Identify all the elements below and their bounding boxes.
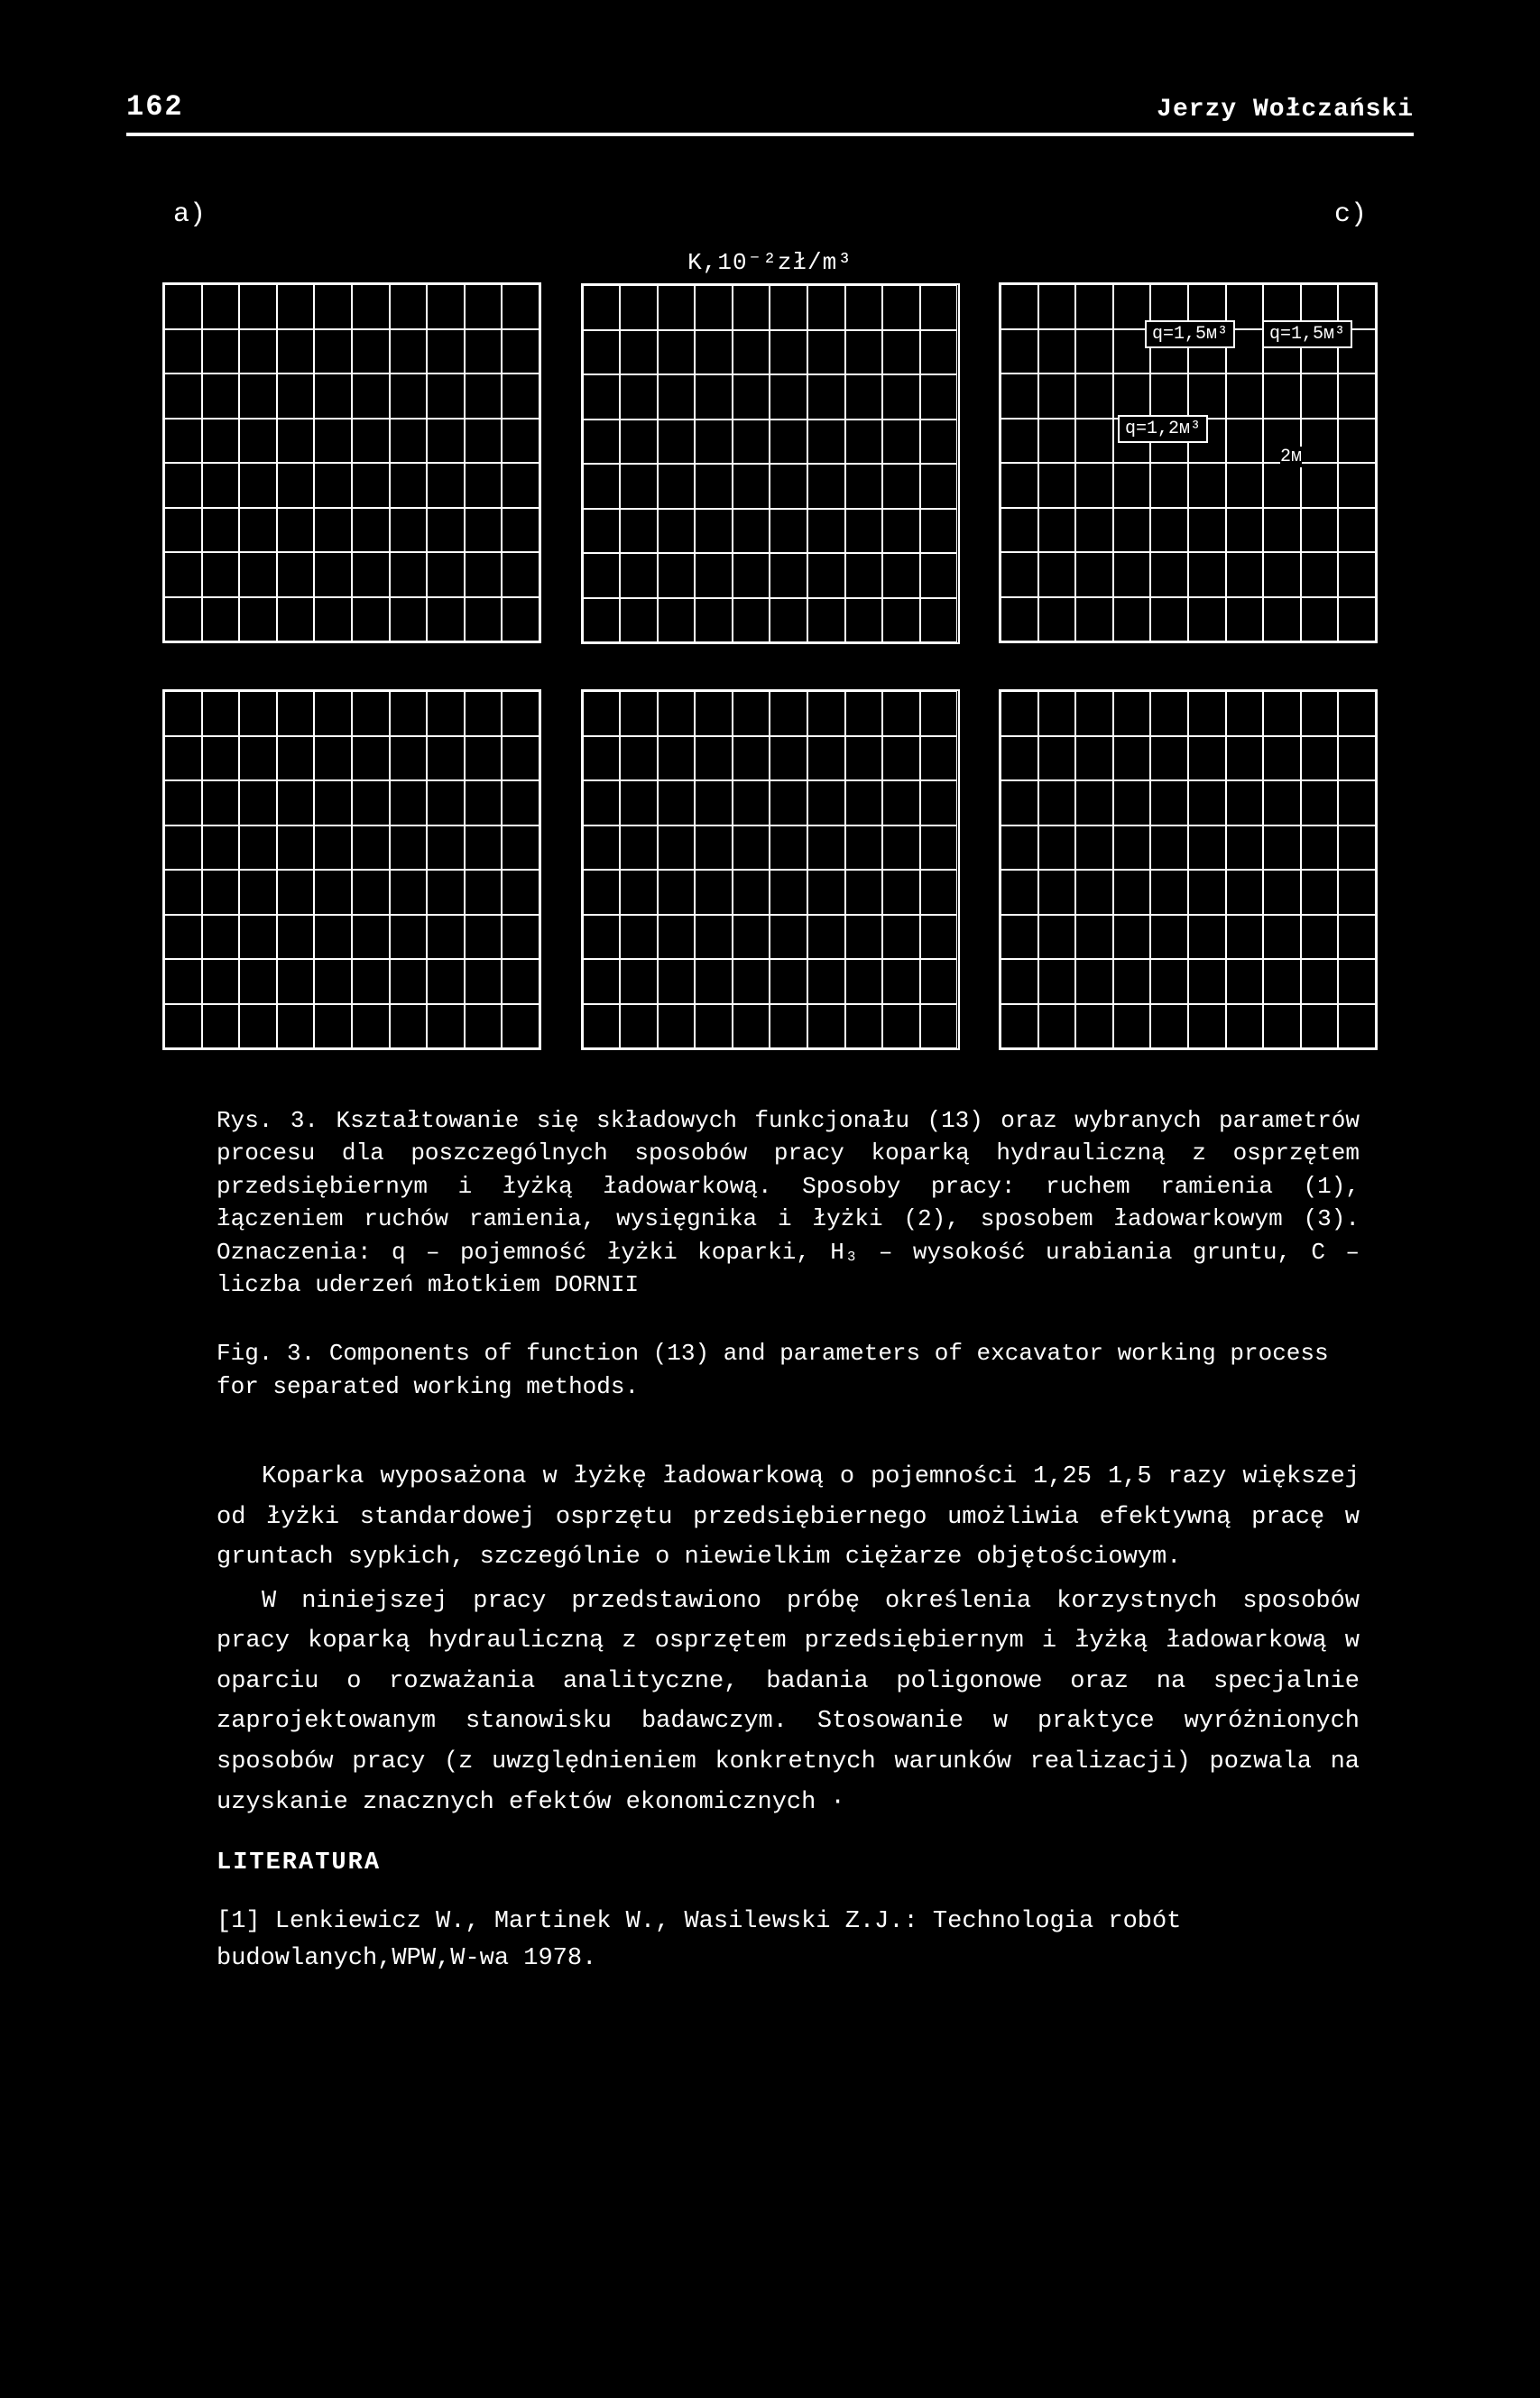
chart-grid: q=1,5м³ q=1,5м³ q=1,2м³ 2м [999,282,1378,643]
annotation-q2: q=1,5м³ [1262,320,1352,348]
page-header: 162 Jerzy Wołczański [126,90,1414,136]
chart-ylabel [999,248,1378,275]
label-a: a) [173,199,206,230]
chart-grid [581,283,960,644]
chart-grid [162,689,541,1050]
figure-caption-english: Fig. 3. Components of function (13) and … [217,1337,1360,1403]
literature-heading: LITERATURA [217,1849,1360,1877]
chart-b-bottom [581,689,960,1050]
caption-text-pl: Kształtowanie się składowych funkcjonału… [217,1107,1360,1298]
chart-row-top: K,10⁻²zł/m³ q=1,5м³ q=1,5м³ q=1,2м³ 2м [162,248,1378,644]
figure-column-labels: a) c) [162,199,1378,230]
figure-caption-polish: Rys. 3. Kształtowanie się składowych fun… [217,1104,1360,1301]
author-name: Jerzy Wołczański [1157,96,1414,124]
caption-text-en: Components of function (13) and paramete… [217,1340,1329,1399]
annotation-2m: 2м [1280,447,1302,467]
annotation-q1: q=1,5м³ [1145,320,1235,348]
chart-grid [999,689,1378,1050]
chart-c-bottom [999,689,1378,1050]
chart-a-top [162,248,541,644]
body-paragraphs: Koparka wyposażona w łyżkę ładowarkową o… [217,1457,1360,1822]
chart-ylabel: K,10⁻²zł/m³ [581,248,960,276]
chart-c-top: q=1,5м³ q=1,5м³ q=1,2м³ 2м [999,248,1378,644]
chart-grid [581,689,960,1050]
label-c: c) [1334,199,1367,230]
paragraph-2: W niniejszej pracy przedstawiono próbę o… [217,1582,1360,1822]
chart-ylabel [162,248,541,275]
chart-grid [162,282,541,643]
chart-a-bottom [162,689,541,1050]
annotation-q3: q=1,2м³ [1118,415,1208,443]
figure-3: a) c) K,10⁻²zł/m³ q=1,5м³ q=1,5м³ q=1,2м… [162,199,1378,1050]
caption-label-pl: Rys. 3. [217,1107,318,1134]
chart-b-top: K,10⁻²zł/m³ [581,248,960,644]
page-number: 162 [126,90,184,124]
caption-label-en: Fig. 3. [217,1340,315,1367]
chart-row-bottom [162,689,1378,1050]
reference-1: [1] Lenkiewicz W., Martinek W., Wasilews… [217,1904,1360,1977]
paragraph-1: Koparka wyposażona w łyżkę ładowarkową o… [217,1457,1360,1578]
